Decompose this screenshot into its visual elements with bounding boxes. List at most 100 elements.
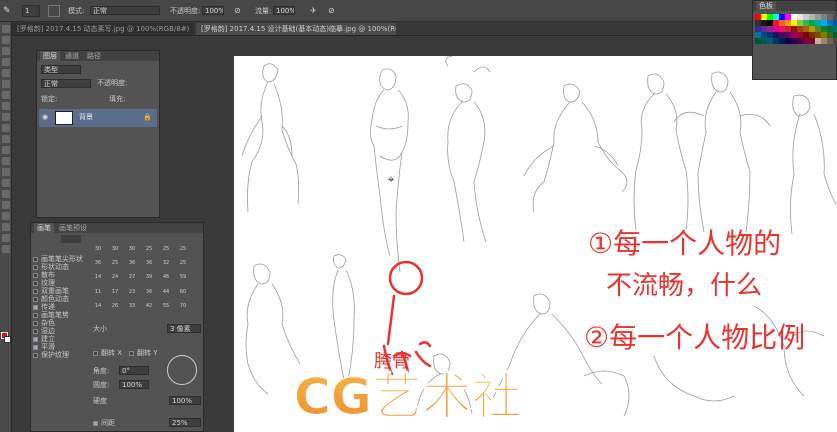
more-tools-icon[interactable]: [2, 245, 10, 253]
layer-row-background[interactable]: ◉ 背景 🔒: [39, 109, 157, 127]
brush-setting-checkbox[interactable]: [33, 296, 38, 302]
brush-setting-checkbox[interactable]: [33, 288, 38, 294]
brush-setting-checkbox[interactable]: [33, 272, 38, 278]
eyedropper-tool-icon[interactable]: [2, 80, 10, 88]
brush-angle-preview-icon[interactable]: [167, 355, 197, 385]
brush-setting-checkbox[interactable]: [33, 256, 38, 262]
brush-tip-cell[interactable]: 27: [127, 273, 137, 282]
healing-tool-icon[interactable]: [2, 91, 10, 99]
pressure-opacity-icon[interactable]: ⊘: [234, 6, 243, 15]
flip-y-checkbox[interactable]: [129, 351, 134, 356]
mode-select[interactable]: 正常: [90, 6, 160, 15]
brush-tip-cell[interactable]: 36: [127, 259, 137, 268]
tab-layers[interactable]: 图层: [40, 51, 60, 61]
spacing-checkbox[interactable]: [93, 421, 98, 426]
marquee-tool-icon[interactable]: [2, 36, 10, 44]
brush-setting-item[interactable]: 保护纹理: [33, 351, 89, 359]
brush-tip-cell[interactable]: 39: [144, 273, 154, 282]
brush-tip-cell[interactable]: 60: [178, 288, 188, 297]
stamp-tool-icon[interactable]: [2, 113, 10, 121]
lock-label: 锁定:: [41, 95, 58, 103]
brush-tip-cell[interactable]: 36: [93, 259, 103, 268]
brush-setting-checkbox[interactable]: [33, 320, 38, 326]
tab-brush-presets[interactable]: 画笔预设: [56, 223, 90, 233]
brush-tip-cell[interactable]: 36: [144, 259, 154, 268]
type-tool-icon[interactable]: [2, 190, 10, 198]
brush-tip-cell[interactable]: 55: [161, 302, 171, 311]
spacing-input[interactable]: 25%: [169, 418, 201, 427]
brush-tip-cell[interactable]: 42: [144, 302, 154, 311]
path-select-tool-icon[interactable]: [2, 201, 10, 209]
brush-tip-cell[interactable]: 33: [127, 302, 137, 311]
eraser-tool-icon[interactable]: [2, 135, 10, 143]
brush-tool-icon[interactable]: ✎: [3, 6, 13, 16]
brush-tip-cell[interactable]: 14: [93, 273, 103, 282]
brush-tip-cell[interactable]: 30: [127, 245, 137, 254]
flow-input[interactable]: 100%: [273, 6, 295, 15]
zoom-tool-icon[interactable]: [2, 234, 10, 242]
move-tool-icon[interactable]: [2, 25, 10, 33]
brush-setting-checkbox[interactable]: [33, 328, 38, 334]
brush-tip-cell[interactable]: 32: [161, 259, 171, 268]
angle-input[interactable]: 0°: [119, 366, 149, 375]
brush-setting-checkbox[interactable]: [33, 344, 38, 350]
brush-tip-cell[interactable]: 25: [178, 245, 188, 254]
brush-setting-checkbox[interactable]: [33, 280, 38, 286]
brush-setting-checkbox[interactable]: [33, 352, 38, 358]
pressure-size-icon[interactable]: ⊘: [328, 6, 337, 15]
brush-tip-cell[interactable]: 46: [161, 273, 171, 282]
lasso-tool-icon[interactable]: [2, 47, 10, 55]
visibility-eye-icon[interactable]: ◉: [42, 113, 48, 121]
brush-tip-cell[interactable]: 30: [93, 245, 103, 254]
crop-tool-icon[interactable]: [2, 69, 10, 77]
flow-label: 流量:: [255, 7, 272, 15]
layer-kind-filter[interactable]: 类型: [41, 65, 81, 74]
size-input[interactable]: 3 像素: [167, 324, 201, 333]
tab-document-2[interactable]: [罗格韵] 2017.4.15 设计基础(基本动态)临摹.jpg @ 100%(…: [196, 23, 396, 35]
blur-tool-icon[interactable]: [2, 157, 10, 165]
brush-setting-checkbox[interactable]: [33, 336, 38, 342]
brush-tool-icon[interactable]: [2, 102, 10, 110]
brush-tip-cell[interactable]: 30: [110, 245, 120, 254]
blend-mode-select[interactable]: 正常: [41, 79, 91, 88]
brush-setting-checkbox[interactable]: [33, 304, 38, 310]
brush-tip-cell[interactable]: 23: [127, 288, 137, 297]
flip-x-checkbox[interactable]: [93, 351, 98, 356]
brush-tip-cell[interactable]: 36: [144, 288, 154, 297]
airbrush-icon[interactable]: ✈: [310, 6, 319, 15]
opacity-input[interactable]: 100%: [202, 6, 224, 15]
brush-tip-cell[interactable]: 25: [178, 259, 188, 268]
brush-panel-toggle-icon[interactable]: [48, 5, 60, 17]
tab-swatches[interactable]: 色板: [756, 1, 776, 11]
brush-tip-cell[interactable]: 17: [110, 288, 120, 297]
brush-tip-cell[interactable]: 11: [93, 288, 103, 297]
brush-tip-cell[interactable]: 25: [144, 245, 154, 254]
brush-tip-cell[interactable]: 59: [178, 273, 188, 282]
brush-tip-cell[interactable]: 14: [93, 302, 103, 311]
gradient-tool-icon[interactable]: [2, 146, 10, 154]
pen-tool-icon[interactable]: [2, 179, 10, 187]
tab-brush[interactable]: 画笔: [34, 223, 54, 233]
brush-setting-checkbox[interactable]: [33, 312, 38, 318]
brush-setting-checkbox[interactable]: [33, 264, 38, 270]
color-swatch[interactable]: [833, 38, 837, 44]
history-brush-tool-icon[interactable]: [2, 124, 10, 132]
tab-channels[interactable]: 通道: [62, 51, 82, 61]
quick-select-tool-icon[interactable]: [2, 58, 10, 66]
brush-tip-cell[interactable]: 26: [110, 302, 120, 311]
brush-tip-cell[interactable]: 25: [161, 245, 171, 254]
brush-tip-cell[interactable]: 44: [161, 288, 171, 297]
roundness-input[interactable]: 100%: [119, 380, 149, 389]
shape-tool-icon[interactable]: [2, 212, 10, 220]
background-color-swatch[interactable]: [4, 336, 11, 343]
tab-document-1[interactable]: [罗格韵] 2017.4.15 动态素写.jpg @ 100%(RGB/8#): [12, 23, 194, 35]
brush-presets-button[interactable]: [61, 235, 81, 243]
hardness-input[interactable]: 100%: [169, 396, 201, 405]
brush-tip-cell[interactable]: 24: [110, 273, 120, 282]
dodge-tool-icon[interactable]: [2, 168, 10, 176]
tab-paths[interactable]: 路径: [84, 51, 104, 61]
brush-tip-cell[interactable]: 25: [110, 259, 120, 268]
brush-size-preset[interactable]: 1: [22, 5, 40, 17]
brush-tip-cell[interactable]: 70: [178, 302, 188, 311]
hand-tool-icon[interactable]: [2, 223, 10, 231]
